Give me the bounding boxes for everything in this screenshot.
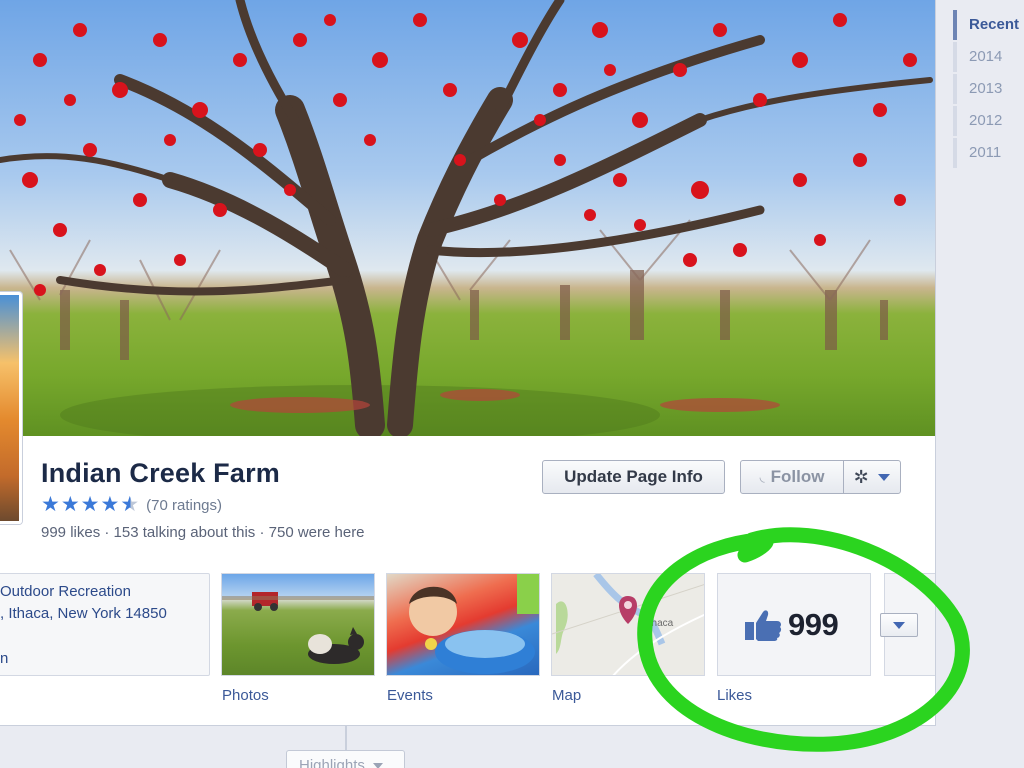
about-extra[interactable]: n [0,650,8,667]
star-icon: ★ [60,493,80,516]
timeline-connector [345,726,347,750]
more-apps-dropdown-button[interactable] [880,613,918,637]
map-pin-icon [619,596,637,624]
page-stats: 999 likes · 153 talking about this · 750… [41,524,365,541]
gear-icon: ✲ [853,466,869,487]
likes-count: 999 [788,607,839,642]
timeline-item-2014[interactable]: 2014 [953,42,1024,72]
highlights-label: Highlights [299,757,365,768]
rating-stars[interactable]: ★ ★ ★ ★ ★ (70 ratings) [41,494,222,516]
star-icon: ★ [80,493,100,516]
photos-link[interactable]: Photos [222,687,269,704]
chevron-down-icon [878,473,891,481]
page-title[interactable]: Indian Creek Farm [41,458,280,489]
likes-link[interactable]: Likes [717,687,752,704]
map-thumbnail [552,574,704,675]
map-link[interactable]: Map [552,687,581,704]
events-link[interactable]: Events [387,687,433,704]
about-box: Outdoor Recreation , Ithaca, New York 14… [0,573,210,676]
timeline-item-2011[interactable]: 2011 [953,138,1024,168]
cover-photo[interactable] [0,0,935,436]
settings-menu-button[interactable]: ✲ [843,460,901,494]
timeline-item-2012[interactable]: 2012 [953,106,1024,136]
page-category[interactable]: Outdoor Recreation [0,583,131,600]
timeline-item-2013[interactable]: 2013 [953,74,1024,104]
chevron-down-icon [372,763,383,768]
likes-tile[interactable]: 999 [717,573,871,676]
page-card: Indian Creek Farm ★ ★ ★ ★ ★ (70 ratings)… [0,0,936,726]
star-icon: ★ [100,493,120,516]
profile-picture[interactable] [0,292,22,524]
events-tile[interactable] [386,573,540,676]
update-page-info-button[interactable]: Update Page Info [542,460,725,494]
events-thumbnail [409,574,539,674]
cover-image-apple-tree [0,0,933,436]
timeline-year-nav: Recent 2014 2013 2012 2011 [953,10,1024,170]
highlights-dropdown[interactable]: Highlights [286,750,405,768]
page-address[interactable]: , Ithaca, New York 14850 [0,605,167,622]
map-tile[interactable]: Ithaca [551,573,705,676]
star-icon: ★ [41,493,60,516]
thumbs-up-icon [745,610,782,641]
timeline-item-recent[interactable]: Recent [953,10,1024,40]
chevron-down-icon [893,621,905,629]
photos-thumbnail [222,592,374,664]
half-star-icon: ★ [120,493,140,516]
follow-label: Follow [770,467,825,486]
photos-tile[interactable] [221,573,375,676]
map-city-label: Ithaca [646,618,674,629]
rss-icon: ◟ [759,469,765,484]
follow-button[interactable]: ◟ Follow [740,460,844,494]
ratings-count[interactable]: (70 ratings) [146,497,222,514]
